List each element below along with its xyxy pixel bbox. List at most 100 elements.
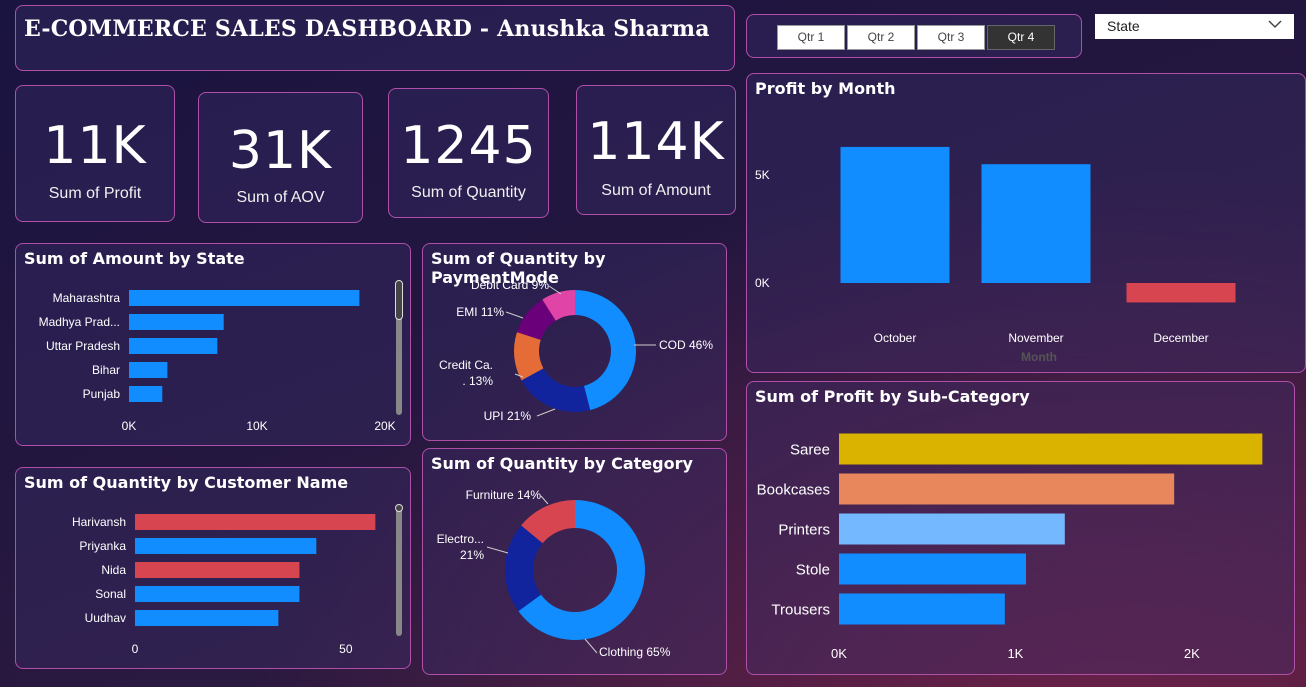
x-tick-label: 0K — [122, 419, 137, 433]
category-label: Trousers — [771, 601, 830, 618]
qtr-3-button[interactable]: Qtr 3 — [917, 25, 985, 50]
bar — [135, 562, 300, 578]
bar — [129, 290, 360, 306]
scrollbar-track[interactable] — [396, 504, 402, 636]
chart-quantity-by-category: Sum of Quantity by Category Clothing 65%… — [422, 448, 727, 675]
x-tick-label: 0 — [132, 642, 139, 656]
bar — [839, 433, 1263, 465]
kpi-value: 1245 — [400, 116, 537, 176]
kpi-card-quantity: 1245 Sum of Quantity — [388, 88, 549, 218]
bar — [839, 553, 1026, 585]
state-dropdown[interactable]: State — [1095, 14, 1294, 39]
category-label: Printers — [778, 521, 830, 538]
x-tick-label: November — [1008, 331, 1063, 345]
qtr-4-button[interactable]: Qtr 4 — [987, 25, 1055, 50]
slice-label: UPI 21% — [484, 409, 532, 423]
quantity-by-category-plot: Clothing 65% Electro... 21% Furniture 14% — [437, 488, 671, 659]
bar — [135, 610, 279, 626]
qtr-1-button[interactable]: Qtr 1 — [777, 25, 845, 50]
x-tick-label: 20K — [374, 419, 395, 433]
category-label: Uudhav — [85, 611, 126, 625]
scrollbar-thumb[interactable] — [395, 280, 403, 320]
bar — [839, 473, 1175, 505]
bar — [839, 593, 1005, 625]
bar — [129, 314, 224, 330]
x-axis-title: Month — [1021, 350, 1057, 364]
kpi-value: 31K — [228, 121, 333, 181]
kpi-value: 11K — [43, 116, 147, 176]
kpi-label: Sum of Profit — [48, 185, 142, 202]
bar — [1126, 283, 1236, 303]
category-label: Harivansh — [72, 515, 126, 529]
category-label: Sonal — [95, 587, 126, 601]
chevron-down-icon — [1268, 20, 1282, 29]
quantity-by-customer-plot: Harivansh Priyanka Nida Sonal Uudhav 0 50 — [72, 514, 376, 656]
category-label: Saree — [790, 441, 830, 458]
category-label: Priyanka — [79, 539, 126, 553]
amount-by-state-plot: Maharashtra Madhya Prad... Uttar Pradesh Bi… — [39, 290, 396, 433]
slice-label: Debit Card 9% — [471, 278, 549, 292]
kpi-label: Sum of AOV — [236, 189, 325, 206]
kpi-card-aov: 31K Sum of AOV — [198, 92, 363, 223]
donut-slice — [521, 368, 591, 412]
slice-label: . 13% — [462, 374, 493, 388]
category-label: Bookcases — [757, 481, 830, 498]
kpi-label: Sum of Amount — [601, 182, 711, 199]
bar — [135, 586, 300, 602]
bar — [839, 513, 1065, 545]
x-tick-label: 10K — [246, 419, 267, 433]
kpi-card-profit: 11K Sum of Profit — [15, 85, 175, 222]
x-tick-label: 1K — [1007, 646, 1023, 661]
slice-label: Electro... — [437, 532, 484, 546]
chart-profit-by-subcategory: Sum of Profit by Sub-Category Saree Bookc… — [746, 381, 1295, 675]
qtr-2-button[interactable]: Qtr 2 — [847, 25, 915, 50]
leader-line — [548, 285, 562, 295]
category-label: Punjab — [83, 387, 121, 401]
x-tick-label: 2K — [1184, 646, 1200, 661]
bar — [129, 338, 218, 354]
slice-label: Clothing 65% — [599, 645, 671, 659]
category-label: Stole — [796, 561, 830, 578]
bar — [840, 146, 950, 283]
slice-label: COD 46% — [659, 338, 713, 352]
slice-label: 21% — [460, 548, 484, 562]
x-tick-label: October — [874, 331, 917, 345]
bar — [135, 538, 317, 554]
profit-by-month-plot: October November December 0K 5K Month — [755, 146, 1236, 364]
leader-line — [540, 495, 549, 505]
slice-label: Credit Ca. — [439, 358, 493, 372]
bar — [129, 362, 168, 378]
y-tick-label: 5K — [755, 168, 770, 182]
x-tick-label: 50 — [339, 642, 353, 656]
slice-label: Furniture 14% — [466, 488, 542, 502]
leader-line — [536, 408, 556, 417]
scrollbar-thumb[interactable] — [395, 504, 403, 512]
bar — [135, 514, 376, 530]
quarter-slicer: Qtr 1 Qtr 2 Qtr 3 Qtr 4 — [746, 14, 1082, 58]
leader-line — [505, 311, 524, 319]
chart-profit-by-month: Profit by Month October November December 0… — [746, 73, 1306, 373]
category-label: Uttar Pradesh — [46, 339, 120, 353]
x-tick-label: December — [1153, 331, 1208, 345]
leader-line — [486, 546, 509, 554]
bar — [129, 386, 163, 402]
kpi-value: 114K — [587, 112, 725, 172]
x-tick-label: 0K — [831, 646, 847, 661]
state-dropdown-label: State — [1107, 18, 1140, 34]
title-card: E-COMMERCE SALES DASHBOARD - Anushka Sha… — [15, 5, 735, 71]
chart-quantity-by-customer: Sum of Quantity by Customer Name Harivan… — [15, 467, 411, 669]
kpi-label: Sum of Quantity — [411, 184, 526, 201]
chart-amount-by-state: Sum of Amount by State Maharashtra Madhya… — [15, 243, 411, 446]
dashboard-title: E-COMMERCE SALES DASHBOARD - Anushka Sha… — [24, 16, 710, 42]
bar — [981, 164, 1091, 283]
category-label: Madhya Prad... — [39, 315, 120, 329]
leader-line — [584, 638, 598, 654]
kpi-card-amount: 114K Sum of Amount — [576, 85, 736, 215]
quantity-by-payment-plot: COD 46% UPI 21% Credit Ca. . 13% EMI 11% Debi… — [439, 278, 713, 423]
chart-quantity-by-payment: Sum of Quantity by PaymentMode COD 46% UP… — [422, 243, 727, 441]
category-label: Bihar — [92, 363, 120, 377]
slice-label: EMI 11% — [456, 305, 504, 319]
profit-by-subcategory-plot: Saree Bookcases Printers Stole Trousers 0K 1K 2… — [757, 433, 1263, 661]
y-tick-label: 0K — [755, 276, 770, 290]
category-label: Maharashtra — [53, 291, 121, 305]
